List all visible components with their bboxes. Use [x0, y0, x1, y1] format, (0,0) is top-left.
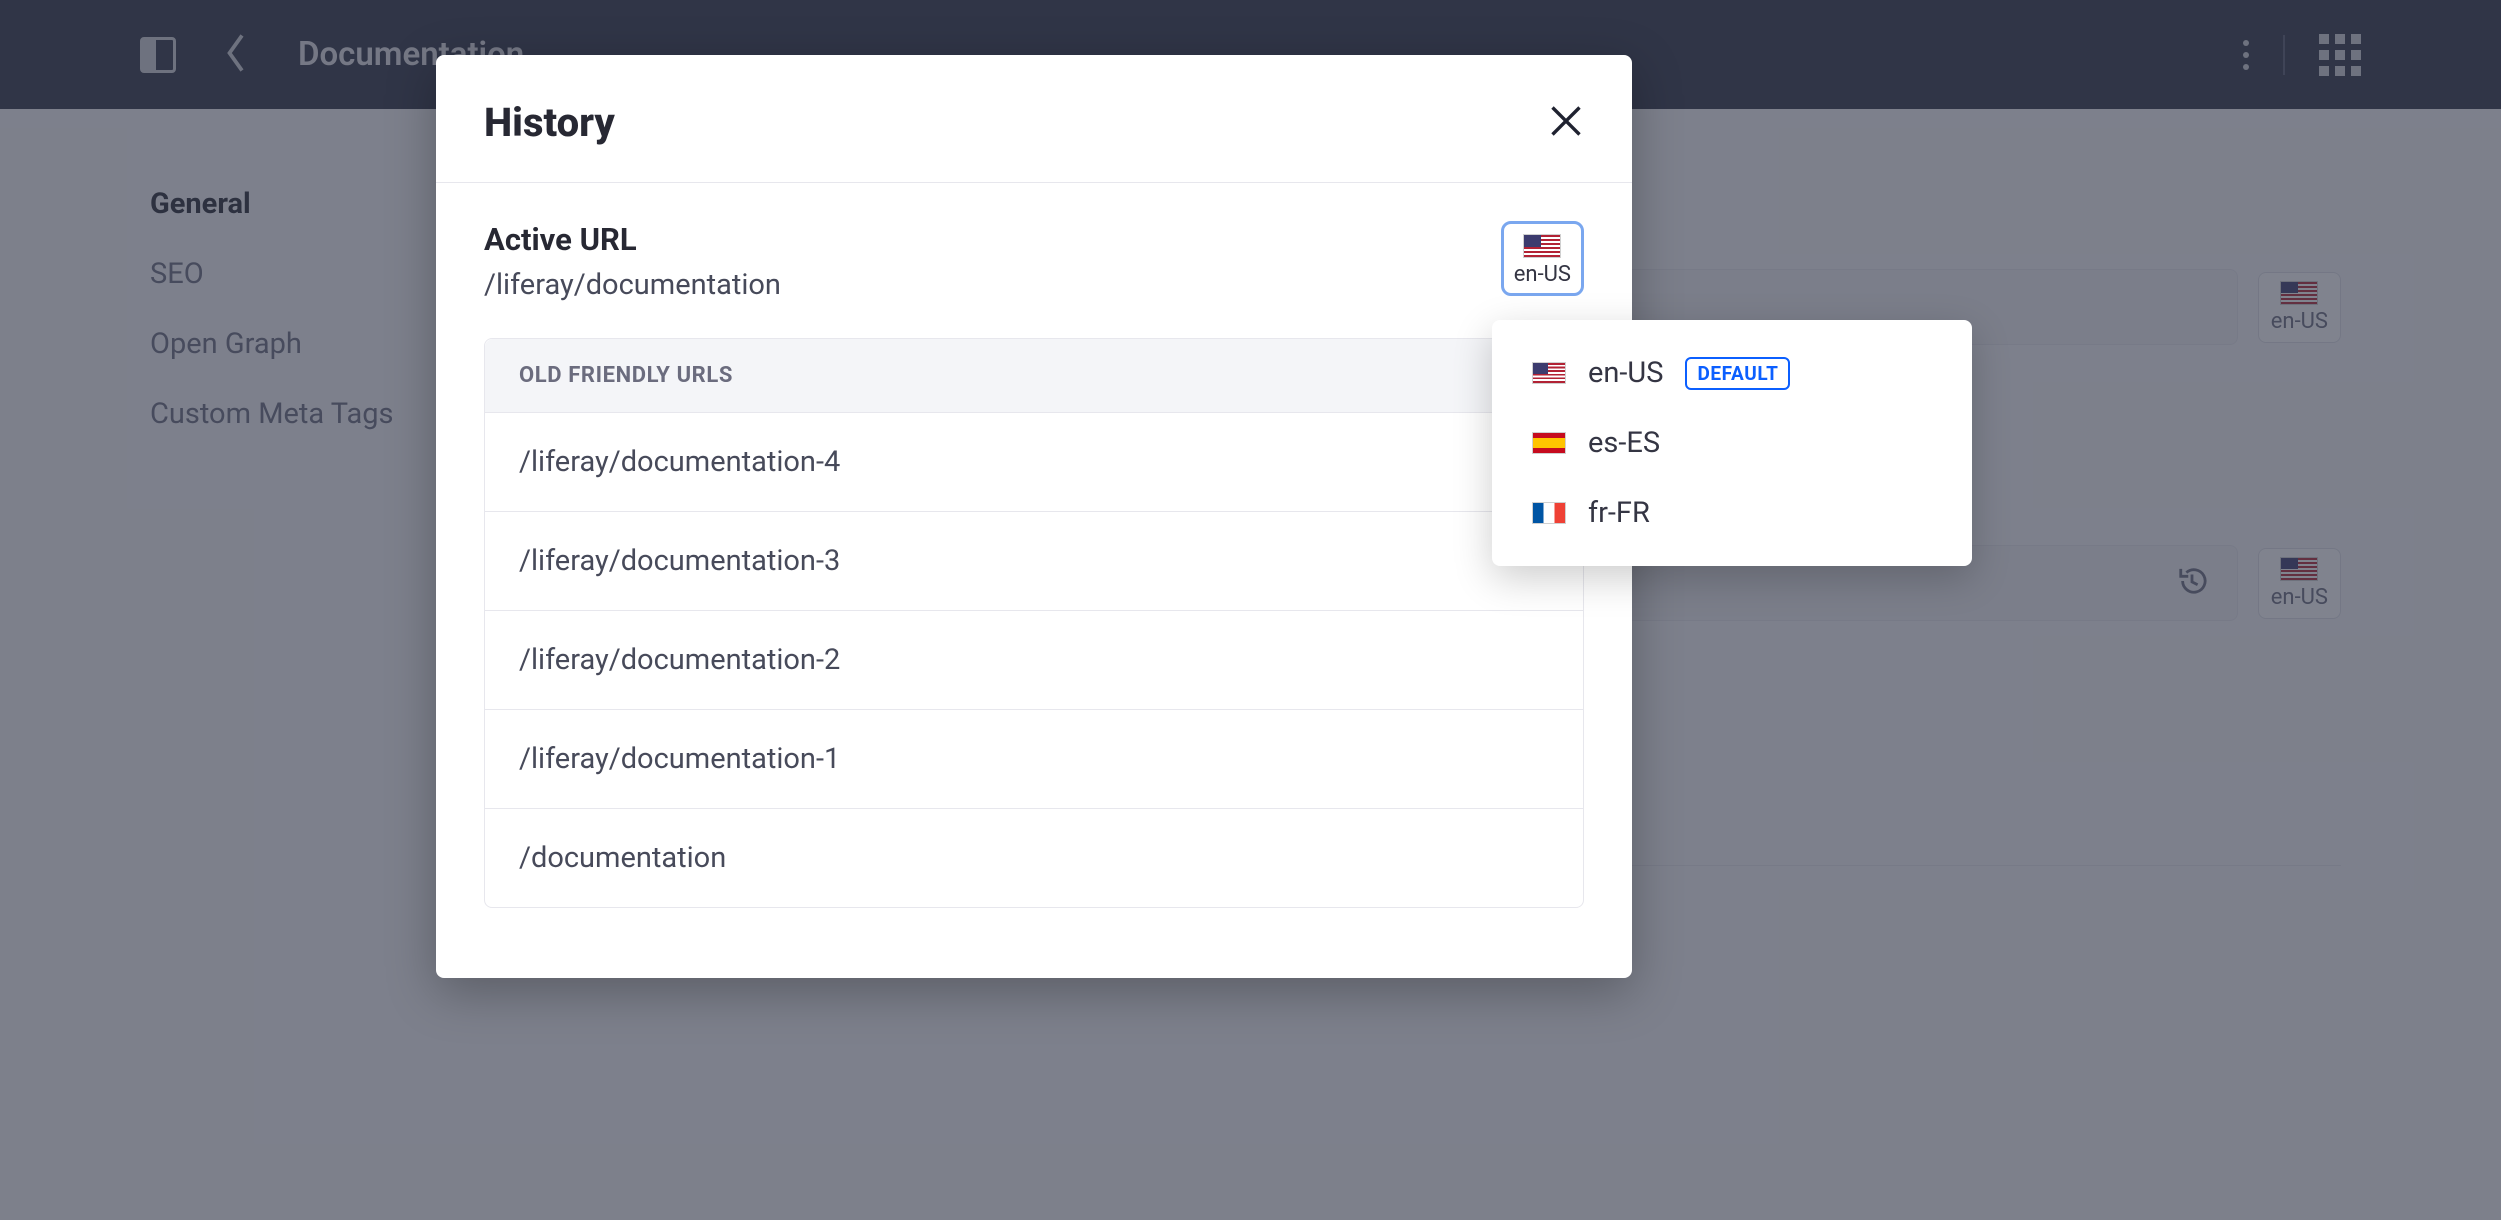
locale-dropdown: en-US DEFAULT es-ES fr-FR: [1492, 320, 1972, 566]
locale-option-en-us[interactable]: en-US DEFAULT: [1492, 338, 1972, 408]
old-url-row[interactable]: /documentation: [485, 809, 1583, 907]
locale-option-label: es-ES: [1588, 426, 1660, 460]
modal-header: History: [436, 55, 1632, 183]
flag-es-icon: [1532, 432, 1566, 454]
active-url-value: /liferay/documentation: [484, 268, 781, 302]
flag-us-icon: [1523, 234, 1561, 258]
history-modal: History Active URL /liferay/documentatio…: [436, 55, 1632, 978]
modal-body: Active URL /liferay/documentation en-US …: [436, 183, 1632, 978]
modal-title: History: [484, 99, 615, 146]
active-url-row: Active URL /liferay/documentation en-US: [484, 221, 1584, 302]
active-url-label: Active URL: [484, 221, 781, 258]
active-url-block: Active URL /liferay/documentation: [484, 221, 781, 302]
flag-us-icon: [1532, 362, 1566, 384]
locale-selector-button[interactable]: en-US: [1501, 221, 1584, 296]
locale-option-label: fr-FR: [1588, 496, 1650, 530]
default-badge: DEFAULT: [1685, 357, 1790, 390]
locale-option-label: en-US: [1588, 356, 1663, 390]
old-url-row[interactable]: /liferay/documentation-1: [485, 710, 1583, 809]
locale-option-es-es[interactable]: es-ES: [1492, 408, 1972, 478]
old-url-row[interactable]: /liferay/documentation-4: [485, 413, 1583, 512]
close-button[interactable]: [1548, 103, 1584, 143]
locale-option-fr-fr[interactable]: fr-FR: [1492, 478, 1972, 548]
locale-selector-label: en-US: [1514, 262, 1571, 287]
old-url-row[interactable]: /liferay/documentation-2: [485, 611, 1583, 710]
old-url-row[interactable]: /liferay/documentation-3: [485, 512, 1583, 611]
flag-fr-icon: [1532, 502, 1566, 524]
old-urls-list: OLD FRIENDLY URLS /liferay/documentation…: [484, 338, 1584, 908]
old-urls-heading: OLD FRIENDLY URLS: [485, 339, 1583, 413]
